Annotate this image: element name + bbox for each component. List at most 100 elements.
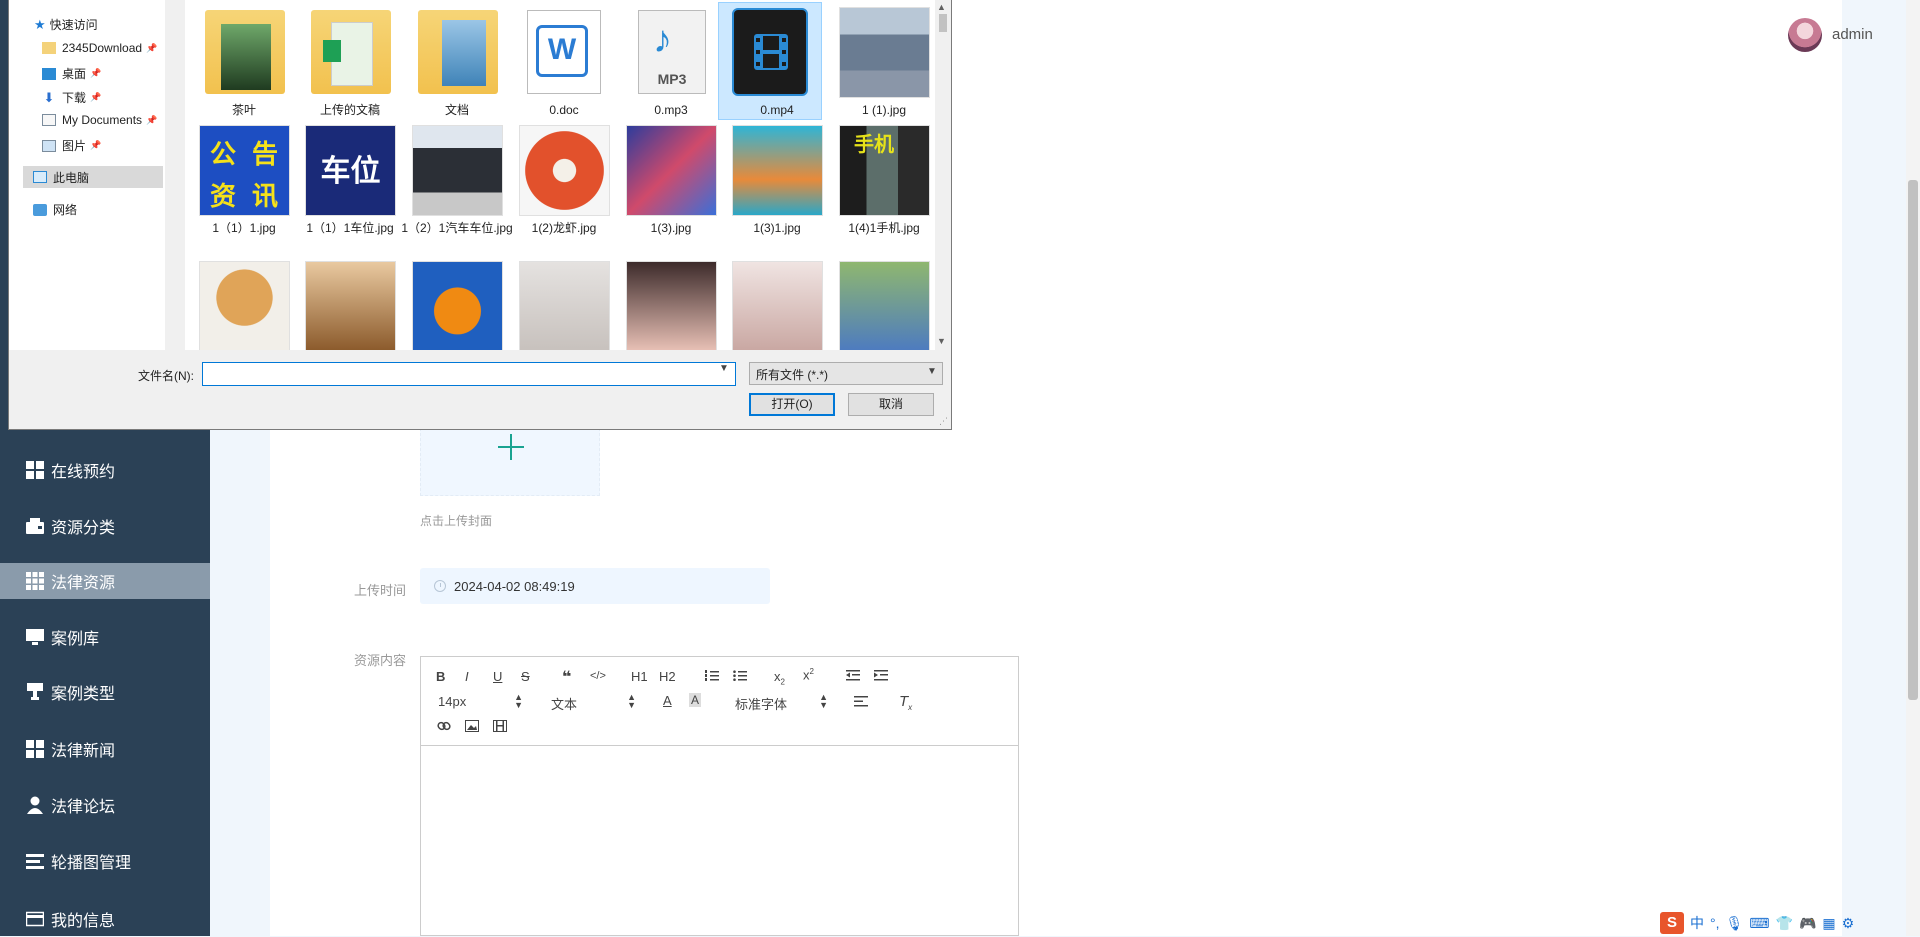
- nav-my-documents[interactable]: My Documents 📌: [42, 113, 157, 127]
- sidebar-item-resource-category[interactable]: 资源分类: [0, 508, 210, 544]
- blockquote-button[interactable]: ❝: [562, 667, 571, 687]
- video-icon[interactable]: [493, 720, 507, 732]
- underline-button[interactable]: U: [493, 669, 502, 684]
- nav-pictures[interactable]: 图片 📌: [42, 137, 101, 154]
- open-button[interactable]: 打开(O): [749, 393, 835, 416]
- sidebar-item-legal-news[interactable]: 法律新闻: [0, 731, 210, 767]
- indent-icon[interactable]: [874, 670, 888, 682]
- cancel-button[interactable]: 取消: [848, 393, 934, 416]
- nav-network[interactable]: 网络: [33, 201, 77, 218]
- file-name: 文档: [444, 103, 469, 117]
- sogou-ime-icon[interactable]: S: [1660, 912, 1684, 934]
- background-color-icon[interactable]: A: [689, 693, 702, 707]
- file-name: 1 (1).jpg: [861, 103, 907, 117]
- chevron-down-icon: ▼: [927, 366, 937, 377]
- sidebar-item-label: 法律新闻: [51, 743, 116, 760]
- sidebar-item-case-type[interactable]: 案例类型: [0, 674, 210, 710]
- sidebar-item-legal-resources[interactable]: 法律资源: [0, 563, 210, 599]
- strike-button[interactable]: S: [521, 669, 530, 684]
- user-icon: [25, 795, 45, 815]
- portrait-photo-thumbnail: [519, 261, 610, 350]
- pin-icon: 📌: [146, 114, 158, 125]
- keyboard-icon[interactable]: ⌨: [1749, 915, 1769, 932]
- plus-icon: [498, 434, 524, 460]
- select-arrows-icon: ▲ ▼: [627, 692, 636, 710]
- outdent-icon[interactable]: [846, 670, 860, 682]
- phone-photo-thumbnail: 手机: [839, 125, 930, 216]
- folder-icon: [418, 10, 498, 94]
- resize-grip-icon[interactable]: ⋰: [939, 416, 949, 426]
- superscript-icon[interactable]: x2: [803, 667, 814, 682]
- scroll-down-icon[interactable]: ▼: [937, 336, 946, 346]
- nav-label: My Documents: [62, 113, 143, 127]
- file-name: 茶叶: [231, 103, 256, 117]
- nav-this-pc[interactable]: 此电脑: [23, 166, 163, 188]
- nav-2345download[interactable]: 2345Download 📌: [42, 41, 157, 55]
- nav-label: 下载: [62, 91, 87, 105]
- file-name: 1（1）1车位.jpg: [306, 221, 394, 235]
- clear-format-icon[interactable]: Tx: [899, 693, 912, 712]
- bold-button[interactable]: B: [436, 669, 445, 684]
- thumb-text: 手机: [854, 134, 894, 156]
- font-color-icon[interactable]: A: [663, 693, 672, 708]
- block-type-select[interactable]: 文本 ▲ ▼: [551, 692, 636, 713]
- skin-icon[interactable]: 👕: [1776, 915, 1793, 932]
- bullet-list-icon[interactable]: [733, 670, 747, 682]
- sidebar-item-label: 案例库: [51, 631, 100, 648]
- font-size-select[interactable]: 14px ▲ ▼: [438, 693, 523, 710]
- avatar[interactable]: [1788, 18, 1822, 52]
- align-left-icon[interactable]: [854, 696, 868, 708]
- pin-icon: 📌: [90, 140, 102, 150]
- car-photo-thumbnail: [412, 125, 503, 216]
- filename-label: 文件名(N):: [138, 369, 194, 383]
- code-block-button[interactable]: </>: [590, 670, 606, 682]
- chevron-down-icon[interactable]: ▼: [719, 363, 729, 374]
- ordered-list-icon[interactable]: [705, 670, 719, 682]
- font-family-select[interactable]: 标准字体 ▲ ▼: [735, 693, 828, 713]
- upload-time-value: 2024-04-02 08:49:19: [454, 578, 575, 594]
- italic-button[interactable]: I: [465, 669, 469, 684]
- game-icon[interactable]: 🎮: [1799, 915, 1816, 932]
- nav-desktop[interactable]: 桌面 📌: [42, 65, 101, 82]
- file-name: 0.mp4: [760, 103, 794, 117]
- settings-icon[interactable]: ⚙: [1842, 915, 1855, 932]
- heading-1-button[interactable]: H1: [631, 669, 648, 684]
- punctuation-icon[interactable]: °,: [1710, 915, 1720, 931]
- heading-2-button[interactable]: H2: [659, 669, 676, 684]
- sidebar-item-my-info[interactable]: 我的信息: [0, 901, 210, 937]
- file-pane-scrollbar-thumb[interactable]: [939, 14, 947, 32]
- sidebar-item-online-booking[interactable]: 在线预约: [0, 452, 210, 488]
- rich-text-editor[interactable]: B I U S ❝ </> H1 H2 x2 x2 14px ▲ ▼ 文本 ▲ ▼ …: [420, 656, 1019, 936]
- nav-label: 图片: [62, 139, 87, 153]
- monitor-icon: [25, 627, 45, 647]
- link-icon[interactable]: [437, 719, 451, 733]
- word-doc-icon: W: [527, 10, 601, 94]
- file-type-select[interactable]: 所有文件 (*.*): [749, 362, 943, 385]
- nav-quick-access[interactable]: ★ 快速访问: [34, 16, 98, 33]
- file-pane-scrollbar[interactable]: [935, 0, 951, 350]
- ime-mode[interactable]: 中: [1690, 913, 1704, 933]
- sidebar-item-label: 我的信息: [51, 913, 116, 930]
- username[interactable]: admin: [1832, 26, 1873, 43]
- scroll-up-icon[interactable]: ▲: [937, 2, 946, 12]
- toolbox-icon[interactable]: ▦: [1822, 915, 1835, 932]
- sidebar-item-legal-forum[interactable]: 法律论坛: [0, 787, 210, 823]
- portrait-photo-thumbnail: [732, 261, 823, 350]
- network-icon: [33, 203, 47, 216]
- anime-image-thumbnail: [732, 125, 823, 216]
- computer-icon: [33, 171, 47, 183]
- nav-downloads[interactable]: ⬇ 下载 📌: [42, 89, 102, 106]
- upload-time-field[interactable]: 2024-04-02 08:49:19: [420, 568, 770, 604]
- file-name: 1(4)1手机.jpg: [848, 221, 920, 235]
- filename-input[interactable]: [202, 362, 736, 386]
- sidebar-item-label: 在线预约: [51, 464, 116, 481]
- sidebar-item-carousel-management[interactable]: 轮播图管理: [0, 843, 210, 879]
- thumb-char: 讯: [252, 181, 279, 211]
- clock-icon: [434, 580, 446, 592]
- subscript-icon[interactable]: x2: [774, 669, 785, 687]
- cover-upload-hint: 点击上传封面: [420, 514, 493, 528]
- page-scrollbar-thumb[interactable]: [1908, 180, 1918, 700]
- sidebar-item-case-library[interactable]: 案例库: [0, 619, 210, 655]
- microphone-icon[interactable]: 🎙: [1726, 915, 1744, 932]
- image-icon[interactable]: [465, 720, 479, 732]
